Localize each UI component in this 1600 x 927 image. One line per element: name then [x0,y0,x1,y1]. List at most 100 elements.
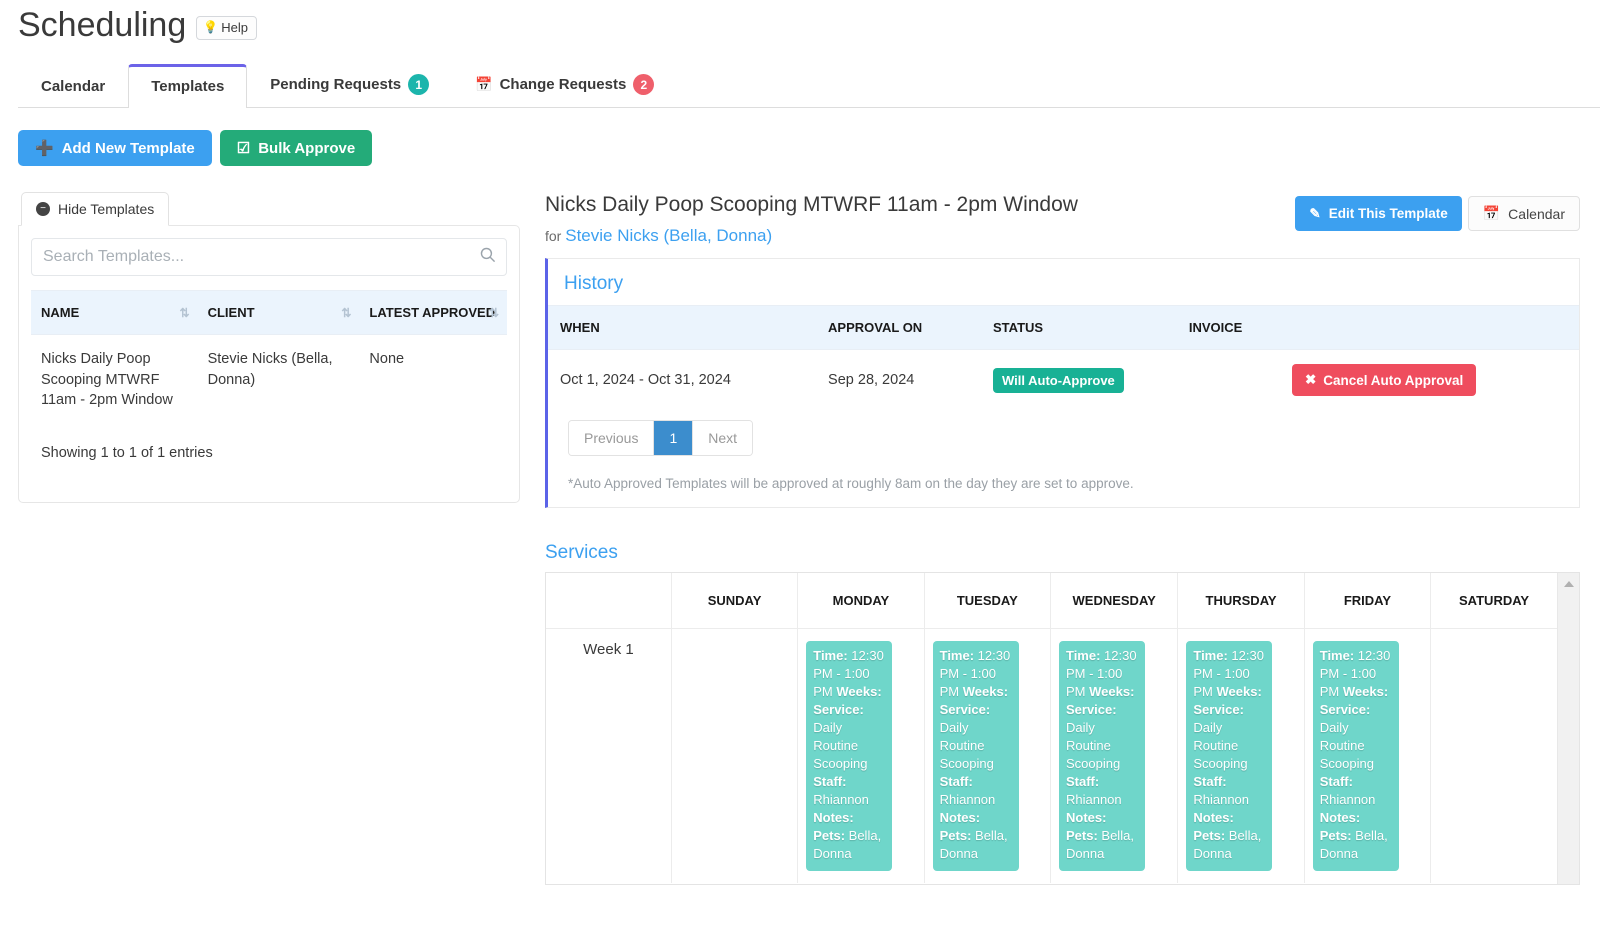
service-card-pets-label: Pets: [939,827,972,843]
templates-panel: NAME ⇅ CLIENT ⇅ LATEST APPROVED ⇅ [18,225,520,504]
service-card-weeks-label: Weeks: [1216,684,1262,700]
search-templates-input[interactable] [31,238,507,277]
hide-templates-button[interactable]: − Hide Templates [21,192,170,227]
help-button-label: Help [221,19,248,35]
services-scroll-region: SUNDAY MONDAY TUESDAY WEDNESDAY THURSDAY… [545,572,1580,886]
action-toolbar: ➕ Add New Template ☑ Bulk Approve [18,130,1600,167]
service-card-service: Daily Routine Scooping [1193,720,1248,771]
column-header-saturday: SATURDAY [1430,573,1557,630]
calendar-button[interactable]: 📅 Calendar [1467,196,1580,232]
service-card-notes-label: Notes: [939,809,981,825]
column-header-client[interactable]: CLIENT ⇅ [197,290,360,336]
service-card-time-label: Time: [939,648,975,664]
template-detail-client-line: for Stevie Nicks (Bella, Donna) [545,226,1078,246]
week-label: Week 1 [546,628,672,883]
history-table-header-row: WHEN APPROVAL ON STATUS INVOICE [548,305,1579,351]
checkbox-checked-icon: ☑ [236,140,251,158]
tab-pending-requests[interactable]: Pending Requests 1 [247,60,452,108]
service-card-staff-label: Staff: [1319,773,1353,789]
add-new-template-button[interactable]: ➕ Add New Template [18,130,212,167]
service-card[interactable]: Time: 12:30 PM - 1:00 PM Weeks: Service:… [932,641,1019,871]
template-detail-buttons: ✎ Edit This Template 📅 Calendar [1295,192,1580,232]
services-vertical-scrollbar[interactable] [1557,573,1579,885]
sort-icon-latest-approved[interactable]: ⇅ [489,306,499,320]
templates-table-header-row: NAME ⇅ CLIENT ⇅ LATEST APPROVED ⇅ [31,290,507,336]
help-button[interactable]: 💡 Help [196,15,257,40]
template-detail-title: Nicks Daily Poop Scooping MTWRF 11am - 2… [545,193,1078,217]
service-card-notes-label: Notes: [1193,809,1234,825]
hide-templates-label: Hide Templates [58,201,155,218]
service-card-weeks-label: Weeks: [1089,684,1135,700]
service-card-time-label: Time: [813,648,848,664]
for-prefix-label: for [545,228,562,245]
bulk-approve-button[interactable]: ☑ Bulk Approve [219,130,373,167]
history-pagination: Previous 1 Next [568,420,754,457]
service-card-service-label: Service: [1065,702,1117,718]
tab-change-requests-badge: 2 [633,74,655,96]
service-card[interactable]: Time: 12:30 PM - 1:00 PM Weeks: Service:… [1058,641,1145,871]
cell-approval-on: Sep 28, 2024 [828,372,915,389]
scroll-up-arrow-icon[interactable] [1563,581,1574,588]
cancel-circle-icon: ✖ [1304,372,1317,388]
service-card-pets-label: Pets: [813,827,846,843]
pagination-previous[interactable]: Previous [569,421,655,456]
column-header-approval-on: APPROVAL ON [816,305,981,351]
bulk-approve-label: Bulk Approve [258,139,356,157]
page-header: Scheduling 💡 Help [0,0,1600,45]
column-header-latest-approved[interactable]: LATEST APPROVED ⇅ [359,290,507,336]
pagination-next[interactable]: Next [693,421,753,456]
client-link[interactable]: Stevie Nicks (Bella, Donna) [565,226,772,245]
column-header-name[interactable]: NAME ⇅ [31,290,198,336]
service-card[interactable]: Time: 12:30 PM - 1:00 PM Weeks: Service:… [1186,641,1273,871]
service-card-service: Daily Routine Scooping [1319,720,1374,771]
cell-actions: ✖ Cancel Auto Approval [1280,350,1579,411]
service-card-pets-label: Pets: [1065,827,1098,843]
calendar-icon: 📅 [1482,205,1501,222]
templates-table: NAME ⇅ CLIENT ⇅ LATEST APPROVED ⇅ Nicks … [31,290,507,425]
service-card-pets-label: Pets: [1193,827,1226,843]
service-card[interactable]: Time: 12:30 PM - 1:00 PM Weeks: Service:… [806,641,893,871]
services-table: SUNDAY MONDAY TUESDAY WEDNESDAY THURSDAY… [546,573,1557,883]
search-templates-wrapper [31,238,507,277]
service-card-pets-label: Pets: [1319,827,1352,843]
cell-when: Oct 1, 2024 - Oct 31, 2024 [560,372,731,389]
service-card-staff: Rhiannon [813,791,869,807]
service-cell-tuesday: Time: 12:30 PM - 1:00 PM Weeks: Service:… [924,628,1051,883]
plus-circle-icon: ➕ [35,140,54,158]
service-card[interactable]: Time: 12:30 PM - 1:00 PM Weeks: Service:… [1312,641,1399,871]
service-card-time-label: Time: [1065,648,1101,664]
tab-change-requests-label: Change Requests [499,76,627,94]
service-card-service: Daily Routine Scooping [1065,720,1121,771]
service-cell-friday: Time: 12:30 PM - 1:00 PM Weeks: Service:… [1304,628,1432,883]
pagination-page-1[interactable]: 1 [654,421,694,456]
service-card-time-label: Time: [1193,648,1228,664]
service-card-time-label: Time: [1319,648,1355,664]
sort-icon-client[interactable]: ⇅ [341,306,351,320]
column-header-thursday: THURSDAY [1177,573,1305,630]
service-cell-sunday [671,628,799,883]
calendar-icon: 📅 [475,76,493,93]
showing-entries-label: Showing 1 to 1 of 1 entries [41,444,213,461]
pencil-square-icon: ✎ [1309,205,1321,221]
column-header-wednesday: WEDNESDAY [1050,573,1179,630]
cancel-auto-approval-button[interactable]: ✖ Cancel Auto Approval [1291,364,1477,397]
templates-sidebar: − Hide Templates NAME ⇅ [0,192,520,504]
service-card-staff-label: Staff: [939,773,973,789]
history-title: History [564,273,624,295]
tab-calendar[interactable]: Calendar [18,64,128,108]
status-badge: Will Auto-Approve [993,367,1124,393]
column-header-invoice: INVOICE [1176,305,1280,351]
table-row: Oct 1, 2024 - Oct 31, 2024 Sep 28, 2024 … [548,350,1579,411]
service-card-staff-label: Staff: [813,773,847,789]
search-icon[interactable] [479,246,496,268]
sort-icon-name[interactable]: ⇅ [180,306,190,320]
service-cell-saturday [1431,629,1557,883]
calendar-button-label: Calendar [1508,205,1565,222]
service-card-service-label: Service: [1193,702,1244,718]
tab-change-requests[interactable]: 📅 Change Requests 2 [452,60,677,108]
table-row[interactable]: Nicks Daily Poop Scooping MTWRF 11am - 2… [31,335,507,425]
column-header-actions [1279,305,1579,351]
edit-this-template-button[interactable]: ✎ Edit This Template [1295,196,1462,232]
tab-templates[interactable]: Templates [128,64,248,109]
tab-pending-requests-label: Pending Requests [270,76,402,94]
